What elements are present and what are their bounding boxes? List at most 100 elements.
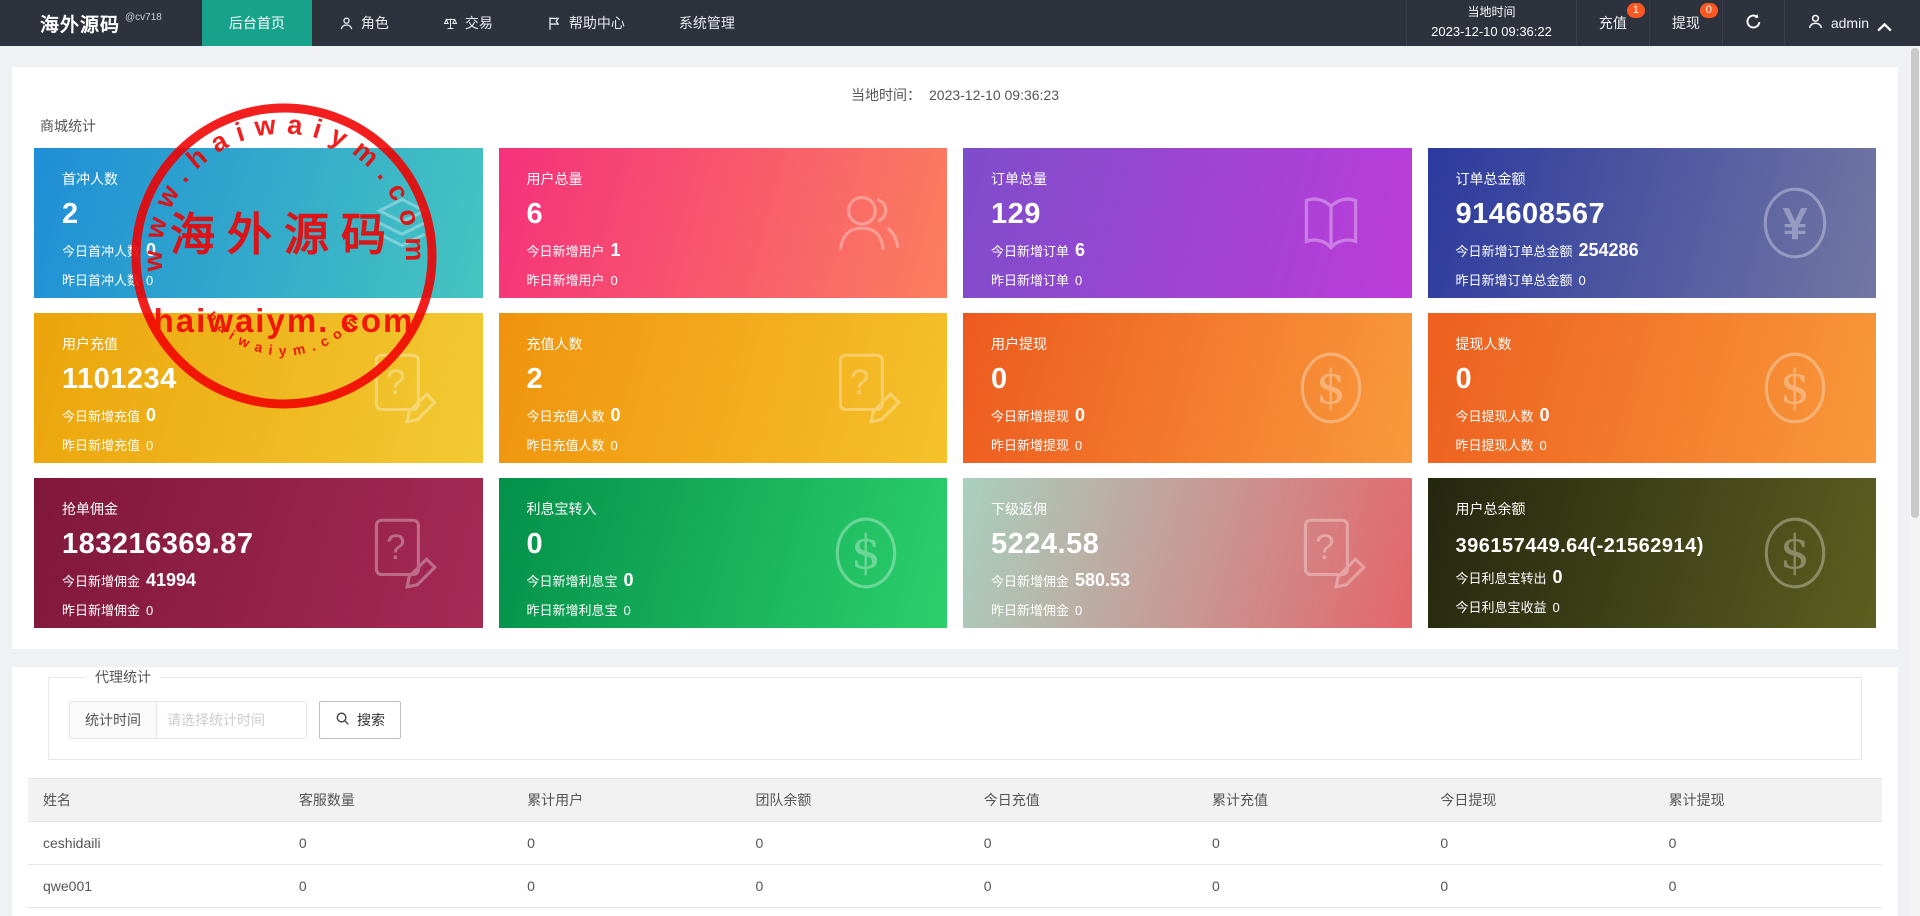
table-row: qwe001 0 0 0 0 0 0 0: [28, 864, 1882, 908]
svg-text:$: $: [1780, 525, 1810, 580]
table-cell: 0: [968, 907, 1198, 916]
stat-card-yesterday-value: 0: [1075, 438, 1083, 453]
svg-text:¥: ¥: [1782, 198, 1807, 249]
scrollbar-thumb[interactable]: [1911, 48, 1919, 518]
content-area: 当地时间： 2023-12-10 09:36:23 商城统计 首冲人数 2 今日首冲人…: [0, 67, 1920, 916]
stat-card-today-label: 今日新增充值: [62, 409, 141, 424]
user-icon: [339, 16, 354, 31]
agent-name-cell: qwe001: [28, 864, 284, 908]
stat-card-yesterday-line: 昨日首冲人数 0: [62, 270, 455, 289]
menu-item-home[interactable]: 后台首页: [201, 0, 312, 46]
stat-card-yesterday-label: 昨日新增订单: [991, 273, 1070, 288]
user-icon: [1807, 13, 1824, 33]
stat-card: 提现人数 0 今日提现人数 0 昨日提现人数 0 $: [1427, 313, 1876, 463]
stat-card-yesterday-label: 昨日充值人数: [526, 438, 605, 453]
table-column-header: 今日提现: [1425, 778, 1654, 822]
menu-item-system[interactable]: 系统管理: [652, 0, 762, 46]
menu-item-label: 帮助中心: [568, 15, 625, 31]
stat-card-yesterday-value: 0: [146, 603, 154, 618]
stat-card-yesterday-line: 昨日新增订单总金额 0: [1456, 270, 1849, 289]
stat-time-label: 统计时间: [69, 701, 157, 739]
table-cell: 0: [968, 864, 1198, 908]
stat-card-yesterday-line: 昨日新增订单 0: [991, 270, 1384, 289]
table-cell: 0: [740, 821, 969, 865]
table-cell: 0: [1197, 864, 1426, 908]
local-time-value: 2023-12-10 09:36:22: [1431, 24, 1552, 40]
user-menu[interactable]: admin: [1783, 0, 1920, 46]
withdraw-nav-item[interactable]: 提现 0: [1648, 0, 1722, 46]
table-cell: 0: [1425, 821, 1654, 865]
refresh-icon: [1745, 13, 1762, 33]
stat-card-today-value: 1: [610, 240, 621, 260]
top-navbar: 海外源码 @cv718 后台首页 角色 交易 帮助中心 系统管理 当地时间 2023-1…: [0, 0, 1920, 46]
stat-card: 用户充值 1101234 今日新增充值 0 昨日新增充值 0?: [34, 313, 483, 463]
stat-card-yesterday-label: 今日利息宝收益: [1455, 600, 1547, 615]
user-name: admin: [1830, 15, 1869, 31]
stat-card: 首冲人数 2 今日首冲人数 0 昨日首冲人数 0: [34, 148, 483, 298]
dashboard-page: 海外源码 @cv718 后台首页 角色 交易 帮助中心 系统管理 当地时间 2023-1…: [0, 0, 1920, 916]
agent-stats-panel: 代理统计 统计时间 搜索 姓名客服数量累计用户团队余额今日充值累计充值今日提现累…: [12, 667, 1898, 916]
stat-card-today-label: 今日充值人数: [526, 409, 605, 424]
agent-name-cell: 123777: [28, 907, 284, 916]
stat-card-yesterday-line: 昨日新增佣金 0: [991, 600, 1384, 619]
stat-card-today-value: 0: [1552, 567, 1563, 587]
menu-item-trade[interactable]: 交易: [416, 0, 520, 46]
agent-filter-row: 统计时间 搜索: [69, 701, 1841, 739]
stat-card-yesterday-value: 0: [146, 438, 154, 453]
svg-text:?: ?: [850, 363, 869, 402]
stat-card-yesterday-label: 昨日提现人数: [1455, 438, 1534, 453]
stat-card-today-value: 6: [1075, 240, 1086, 260]
stat-card-today-value: 0: [623, 570, 634, 590]
stat-card: 用户提现 0 今日新增提现 0 昨日新增提现 0 $: [963, 313, 1412, 463]
table-cell: 0: [1653, 821, 1882, 865]
table-row: 1237770000000: [28, 907, 1882, 916]
local-time-block: 当地时间 2023-12-10 09:36:22: [1406, 0, 1576, 46]
stat-card-today-value: 0: [1075, 405, 1086, 425]
stat-card-yesterday-label: 昨日新增充值: [62, 438, 141, 453]
refresh-button[interactable]: [1721, 0, 1784, 46]
svg-text:?: ?: [1315, 528, 1334, 567]
stat-card-yesterday-label: 昨日新增订单总金额: [1455, 273, 1573, 288]
agent-table: 姓名 客服数量 累计用户 团队余额 今日充值 累计充值 今日提现 累计提现 ceshidail…: [28, 778, 1882, 916]
shop-stats-panel: 当地时间： 2023-12-10 09:36:23 商城统计 首冲人数 2 今日首冲人…: [12, 67, 1898, 649]
app-logo[interactable]: 海外源码 @cv718: [0, 0, 202, 46]
recharge-nav-item[interactable]: 充值 1: [1575, 0, 1649, 46]
stat-card-yesterday-value: 0: [1075, 603, 1083, 618]
search-button-label: 搜索: [357, 712, 385, 728]
panel-local-time: 当地时间： 2023-12-10 09:36:23: [12, 67, 1898, 105]
layers-icon: [359, 180, 445, 266]
stat-card-yesterday-value: 0: [1578, 273, 1586, 288]
stat-time-input[interactable]: [157, 701, 307, 739]
stat-card-today-value: 41994: [146, 570, 197, 590]
agent-name-cell: ceshidaili: [28, 821, 284, 865]
stat-card-today-label: 今日新增佣金: [991, 574, 1070, 589]
stat-card-yesterday-value: 0: [610, 273, 618, 288]
menu-item-help[interactable]: 帮助中心: [520, 0, 652, 46]
stat-card: 抢单佣金 183216369.87 今日新增佣金 41994 昨日新增佣金 0?: [34, 478, 483, 628]
dollar-circle-icon: $: [823, 510, 909, 596]
recharge-badge: 1: [1626, 3, 1645, 18]
dollar-circle-icon: $: [1288, 345, 1374, 431]
svg-text:$: $: [1316, 360, 1346, 415]
table-cell: 0: [283, 821, 513, 865]
table-cell: 0: [512, 821, 741, 865]
table-column-header: 累计充值: [1197, 778, 1426, 822]
stat-card-yesterday-line: 昨日新增用户 0: [527, 270, 920, 289]
menu-item-role[interactable]: 角色: [312, 0, 416, 46]
table-cell: 0: [1653, 864, 1882, 908]
dollar-circle-icon: $: [1752, 510, 1838, 596]
stat-card-today-value: 0: [1539, 405, 1550, 425]
table-column-header: 团队余额: [740, 778, 969, 822]
note-edit-icon: ?: [359, 510, 445, 596]
stat-card: 用户总量 6 今日新增用户 1 昨日新增用户 0: [498, 148, 947, 298]
stat-card-yesterday-value: 0: [623, 603, 631, 618]
search-button[interactable]: 搜索: [319, 701, 401, 739]
stat-card-today-label: 今日新增利息宝: [526, 574, 618, 589]
app-logo-text: 海外源码: [40, 14, 121, 36]
stat-card-yesterday-label: 昨日新增佣金: [62, 603, 141, 618]
table-cell: 0: [1197, 907, 1426, 916]
open-book-icon: [1288, 180, 1374, 266]
table-column-header: 累计提现: [1653, 778, 1882, 822]
panel-local-time-label: 当地时间：: [851, 87, 921, 103]
menu-item-label: 交易: [464, 15, 493, 31]
